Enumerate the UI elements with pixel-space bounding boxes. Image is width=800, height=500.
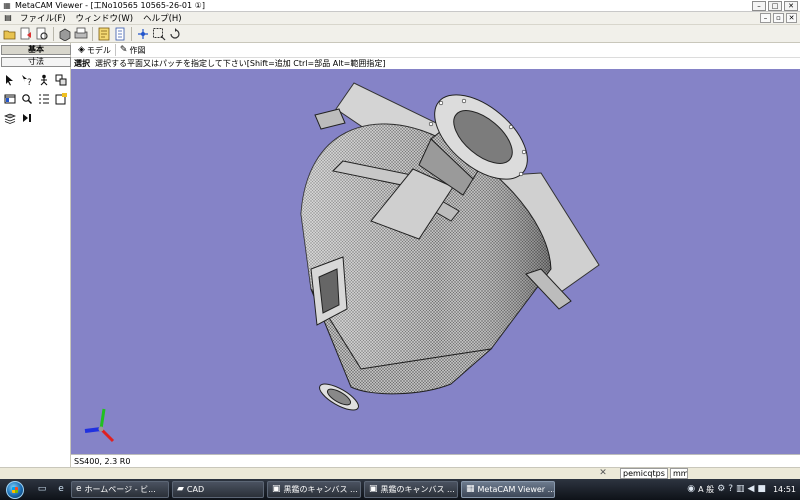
- tool-palette: ?: [2, 72, 70, 126]
- task-cad[interactable]: ▰ CAD: [172, 481, 264, 498]
- ie-quicklaunch-icon[interactable]: e: [54, 483, 68, 497]
- prompt-bar: 選択 選択する平面又はパッチを指定して下さい[Shift=追加 Ctrl=部品 …: [71, 57, 800, 69]
- paint-icon: ▣: [272, 484, 281, 494]
- show-desktop-icon[interactable]: ▭: [35, 483, 49, 497]
- import-icon[interactable]: [18, 26, 34, 42]
- magnify-icon[interactable]: [19, 91, 35, 107]
- tab-basic[interactable]: 基本: [1, 45, 71, 55]
- task-homepage[interactable]: e ホームページ - ビ...: [71, 481, 169, 498]
- task-label: ホームページ - ビ...: [84, 485, 156, 494]
- command-field[interactable]: pemicqtps: [620, 468, 668, 479]
- grid-icon[interactable]: [36, 91, 52, 107]
- tab-drawing[interactable]: ✎ 作図: [116, 44, 150, 56]
- zoom-window-icon[interactable]: [151, 26, 167, 42]
- axis-origin: [98, 426, 104, 432]
- y-axis: [99, 408, 106, 430]
- windows-logo-icon: [6, 480, 24, 499]
- left-panel: 基本 寸法 ?: [0, 43, 71, 467]
- drawing-pencil-icon: ✎: [119, 44, 128, 55]
- 3d-viewport[interactable]: [71, 69, 800, 454]
- ime-tools-icon[interactable]: ⚙: [717, 485, 725, 494]
- ime-mode[interactable]: A 般: [698, 484, 714, 495]
- metacam-app-icon: ▦: [3, 0, 11, 10]
- print-preview-icon[interactable]: [34, 26, 50, 42]
- mdi-restore-button[interactable]: ▫: [773, 13, 784, 23]
- metacam-app-icon: ▦: [466, 484, 475, 494]
- print-icon[interactable]: [73, 26, 89, 42]
- task-metacam[interactable]: ▦ MetaCAM Viewer ...: [461, 481, 555, 498]
- query-icon[interactable]: ?: [19, 72, 35, 88]
- play-icon[interactable]: [19, 110, 35, 126]
- taskbar: ▭ e e ホームページ - ビ... ▰ CAD ▣ 黒鑑のキャンバス ...…: [0, 479, 800, 500]
- unit-field[interactable]: mm: [670, 468, 688, 479]
- task-label: 黒鑑のキャンバス ...: [380, 485, 455, 494]
- layers-icon[interactable]: [2, 110, 18, 126]
- prompt-mode: 選択: [74, 59, 90, 68]
- toolbar-separator: [131, 26, 132, 41]
- task-label: 黒鑑のキャンバス ...: [283, 485, 358, 494]
- menu-file[interactable]: ファイル(F): [15, 12, 71, 24]
- tab-dimension[interactable]: 寸法: [1, 57, 71, 67]
- title-bar: ▦ MetaCAM Viewer - [工No10565 10565-26-01…: [0, 0, 800, 12]
- tab-drawing-label: 作図: [129, 45, 146, 55]
- view-tabs: ◈ モデル ✎ 作図: [71, 43, 800, 57]
- note-icon[interactable]: [53, 91, 69, 107]
- toolbar-separator: [53, 26, 54, 41]
- properties-icon[interactable]: [96, 26, 112, 42]
- tab-model-label: モデル: [86, 45, 111, 55]
- lower-strip: ✕ pemicqtps mm: [0, 467, 800, 479]
- axis-icon[interactable]: [135, 26, 151, 42]
- rotate-icon[interactable]: [167, 26, 183, 42]
- help-icon[interactable]: ?: [728, 485, 733, 494]
- app-root: ▦ MetaCAM Viewer - [工No10565 10565-26-01…: [0, 0, 800, 500]
- tray-app-icon[interactable]: ■: [757, 485, 766, 494]
- task-label: MetaCAM Viewer ...: [477, 485, 555, 494]
- network-icon[interactable]: ▥: [736, 485, 745, 494]
- notes-icon[interactable]: [112, 26, 128, 42]
- menu-bar: ▤ ファイル(F) ウィンドウ(W) ヘルプ(H) – ▫ ✕: [0, 12, 800, 25]
- clock[interactable]: 14:51: [773, 485, 796, 494]
- parts-icon[interactable]: [53, 72, 69, 88]
- menu-help[interactable]: ヘルプ(H): [138, 12, 187, 24]
- task-canvas-2[interactable]: ▣ 黒鑑のキャンバス ...: [364, 481, 458, 498]
- view-list-icon[interactable]: [2, 91, 18, 107]
- person-icon[interactable]: [36, 72, 52, 88]
- document-icon[interactable]: ▤: [3, 13, 13, 23]
- task-canvas-1[interactable]: ▣ 黒鑑のキャンバス ...: [267, 481, 361, 498]
- x-axis: [99, 427, 115, 443]
- status-bar: SS400, 2.3 R0: [71, 454, 800, 467]
- volume-icon[interactable]: ◀: [748, 485, 755, 494]
- close-button[interactable]: ✕: [784, 1, 798, 11]
- mdi-minimize-button[interactable]: –: [760, 13, 771, 23]
- toolbar: [0, 25, 800, 43]
- mdi-close-button[interactable]: ✕: [786, 13, 797, 23]
- svg-text:?: ?: [27, 78, 32, 86]
- minimize-button[interactable]: –: [752, 1, 766, 11]
- window-title: MetaCAM Viewer - [工No10565 10565-26-01 ①…: [15, 1, 205, 10]
- paint-icon: ▣: [369, 484, 378, 494]
- 3d-hopper-model: [84, 82, 600, 443]
- system-tray: ◉ A 般 ⚙ ? ▥ ◀ ■ 14:51: [687, 479, 800, 500]
- start-button[interactable]: [0, 479, 30, 500]
- mdi-controls: – ▫ ✕: [760, 13, 797, 23]
- window-controls: – □ ✕: [752, 1, 798, 11]
- tab-model[interactable]: ◈ モデル: [74, 44, 116, 56]
- select-arrow-icon[interactable]: [2, 72, 18, 88]
- task-label: CAD: [186, 485, 205, 494]
- material-status: SS400, 2.3 R0: [74, 456, 131, 466]
- prompt-message: 選択する平面又はパッチを指定して下さい[Shift=追加 Ctrl=部品 Alt…: [95, 59, 386, 68]
- menu-window[interactable]: ウィンドウ(W): [71, 12, 139, 24]
- close-icon[interactable]: ✕: [598, 468, 608, 478]
- ime-icon[interactable]: ◉: [687, 485, 695, 494]
- maximize-button[interactable]: □: [768, 1, 782, 11]
- ie-icon: e: [76, 484, 82, 494]
- open-folder-icon[interactable]: [2, 26, 18, 42]
- toolbar-separator: [92, 26, 93, 41]
- folder-icon: ▰: [177, 484, 184, 494]
- model-cube-icon: ◈: [78, 44, 85, 55]
- 3d-model-icon[interactable]: [57, 26, 73, 42]
